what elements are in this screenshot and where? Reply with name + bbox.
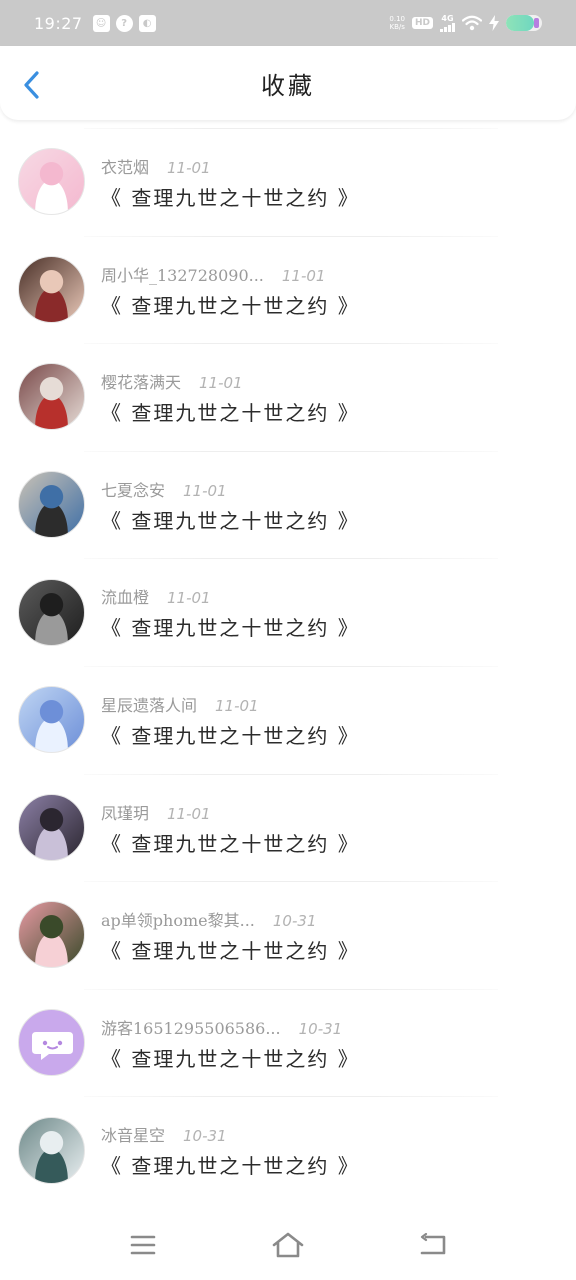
app-notification-icon: ◐ — [138, 14, 156, 32]
menu-button[interactable] — [123, 1225, 163, 1265]
item-meta: 游客1651295506586... 10-31 — [101, 1015, 536, 1039]
avatar[interactable] — [18, 1116, 85, 1184]
username: 冰音星空 — [101, 1126, 166, 1146]
list-item[interactable]: 周小华_132728090... 11-01 《 查理九世之十世之约 》 — [0, 235, 576, 344]
list-item[interactable]: 流血橙 11-01 《 查理九世之十世之约 》 — [0, 558, 576, 666]
item-text: 衣范烟 11-01 《 查理九世之十世之约 》 — [101, 154, 536, 211]
book-title: 《 查理九世之十世之约 》 — [101, 831, 360, 856]
return-icon — [421, 1233, 446, 1255]
net-speed: 0.10 KB/s — [389, 15, 405, 31]
username: 星辰遗落人间 — [101, 695, 198, 715]
favorites-list: 衣范烟 11-01 《 查理九世之十世之约 》周小华_132728090... 11-… — [0, 128, 576, 1204]
list-item[interactable]: 冰音星空 10-31 《 查理九世之十世之约 》 — [0, 1096, 576, 1204]
app-notification-icon: ☺ — [92, 14, 110, 32]
item-text: 星辰遗落人间 11-01 《 查理九世之十世之约 》 — [101, 692, 536, 749]
item-meta: 周小华_132728090... 11-01 — [101, 262, 536, 286]
avatar[interactable] — [18, 363, 85, 431]
item-text: 流血橙 11-01 《 查理九世之十世之约 》 — [101, 584, 536, 641]
net-speed-unit: KB/s — [389, 23, 405, 31]
timestamp: 10-31 — [298, 1019, 343, 1038]
item-text: 七夏念安 11-01 《 查理九世之十世之约 》 — [101, 477, 536, 534]
chevron-left-icon — [24, 71, 39, 99]
status-bar: 19:27 ☺ ? ◐ 0.10 KB/s HD 4G — [0, 0, 576, 46]
list-item[interactable]: 凤瑾玥 11-01 《 查理九世之十世之约 》 — [0, 773, 576, 882]
avatar[interactable] — [18, 578, 85, 646]
book-title: 《 查理九世之十世之约 》 — [101, 401, 360, 426]
back-button[interactable] — [18, 70, 44, 100]
cellular-signal-icon: 4G — [440, 13, 455, 32]
timestamp: 11-01 — [215, 696, 259, 715]
username: 樱花落满天 — [101, 373, 182, 393]
username: 凤瑾玥 — [101, 803, 150, 823]
item-text: ap单领phome黎其... 10-31 《 查理九世之十世之约 》 — [101, 907, 536, 964]
timestamp: 11-01 — [167, 159, 211, 177]
timestamp: 11-01 — [183, 481, 227, 500]
list-item[interactable]: 游客1651295506586... 10-31 《 查理九世之十世之约 》 — [0, 988, 576, 1097]
item-text: 游客1651295506586... 10-31 《 查理九世之十世之约 》 — [101, 1015, 536, 1072]
timestamp: 11-01 — [281, 266, 326, 285]
book-title: 《 查理九世之十世之约 》 — [101, 186, 360, 210]
list-item[interactable]: ap单领phome黎其... 10-31 《 查理九世之十世之约 》 — [0, 881, 576, 989]
app-notification-icon: ? — [115, 14, 133, 32]
hd-badge: HD — [411, 17, 433, 29]
item-meta: 流血橙 11-01 — [101, 584, 536, 608]
timestamp: 10-31 — [183, 1127, 227, 1146]
timestamp: 11-01 — [167, 589, 211, 608]
username: 流血橙 — [101, 588, 150, 608]
timestamp: 11-01 — [199, 374, 243, 393]
page-title: 收藏 — [261, 71, 315, 100]
avatar[interactable] — [18, 901, 85, 969]
home-icon — [272, 1232, 304, 1258]
username: 七夏念安 — [101, 480, 166, 500]
item-meta: 凤瑾玥 11-01 — [101, 800, 536, 824]
wifi-icon — [462, 15, 482, 31]
book-title: 《 查理九世之十世之约 》 — [101, 723, 360, 748]
list-item[interactable]: 衣范烟 11-01 《 查理九世之十世之约 》 — [0, 128, 576, 236]
list-item[interactable]: 星辰遗落人间 11-01 《 查理九世之十世之约 》 — [0, 665, 576, 774]
avatar[interactable] — [18, 471, 85, 539]
item-meta: 衣范烟 11-01 — [101, 154, 536, 178]
item-text: 樱花落满天 11-01 《 查理九世之十世之约 》 — [101, 369, 536, 426]
book-title: 《 查理九世之十世之约 》 — [101, 1154, 360, 1179]
avatar[interactable] — [18, 148, 85, 216]
item-meta: 星辰遗落人间 11-01 — [101, 692, 536, 716]
timestamp: 11-01 — [167, 804, 211, 823]
username: ap单领phome黎其... — [101, 911, 255, 931]
username: 周小华_132728090... — [101, 265, 264, 285]
status-notification-icons: ☺ ? ◐ — [92, 14, 156, 32]
list-item[interactable]: 七夏念安 11-01 《 查理九世之十世之约 》 — [0, 450, 576, 559]
status-right-icons: 0.10 KB/s HD 4G — [389, 13, 542, 32]
avatar[interactable] — [18, 1009, 85, 1077]
app-header: 收藏 — [0, 46, 576, 120]
avatar[interactable] — [18, 793, 85, 861]
item-meta: 七夏念安 11-01 — [101, 477, 536, 501]
list-item[interactable]: 樱花落满天 11-01 《 查理九世之十世之约 》 — [0, 343, 576, 451]
book-title: 《 查理九世之十世之约 》 — [101, 616, 360, 641]
item-meta: ap单领phome黎其... 10-31 — [101, 907, 536, 931]
item-text: 凤瑾玥 11-01 《 查理九世之十世之约 》 — [101, 800, 536, 857]
home-button[interactable] — [268, 1225, 308, 1265]
network-type: 4G — [441, 13, 454, 23]
avatar[interactable] — [18, 686, 85, 754]
book-title: 《 查理九世之十世之约 》 — [101, 508, 360, 533]
system-navigation-bar — [0, 1210, 576, 1280]
item-text: 周小华_132728090... 11-01 《 查理九世之十世之约 》 — [101, 262, 536, 319]
battery-icon — [506, 15, 542, 31]
timestamp: 10-31 — [272, 912, 317, 931]
item-meta: 冰音星空 10-31 — [101, 1122, 536, 1146]
username: 游客1651295506586... — [101, 1018, 281, 1038]
menu-icon — [130, 1235, 155, 1255]
item-text: 冰音星空 10-31 《 查理九世之十世之约 》 — [101, 1122, 536, 1179]
book-title: 《 查理九世之十世之约 》 — [101, 1046, 360, 1071]
status-time: 19:27 — [34, 13, 83, 33]
book-title: 《 查理九世之十世之约 》 — [101, 293, 360, 318]
net-speed-value: 0.10 — [389, 15, 405, 23]
book-title: 《 查理九世之十世之约 》 — [101, 939, 360, 964]
charging-icon — [489, 15, 499, 31]
back-nav-button[interactable] — [413, 1225, 453, 1265]
username: 衣范烟 — [101, 158, 150, 177]
item-meta: 樱花落满天 11-01 — [101, 369, 536, 393]
avatar[interactable] — [18, 255, 85, 323]
